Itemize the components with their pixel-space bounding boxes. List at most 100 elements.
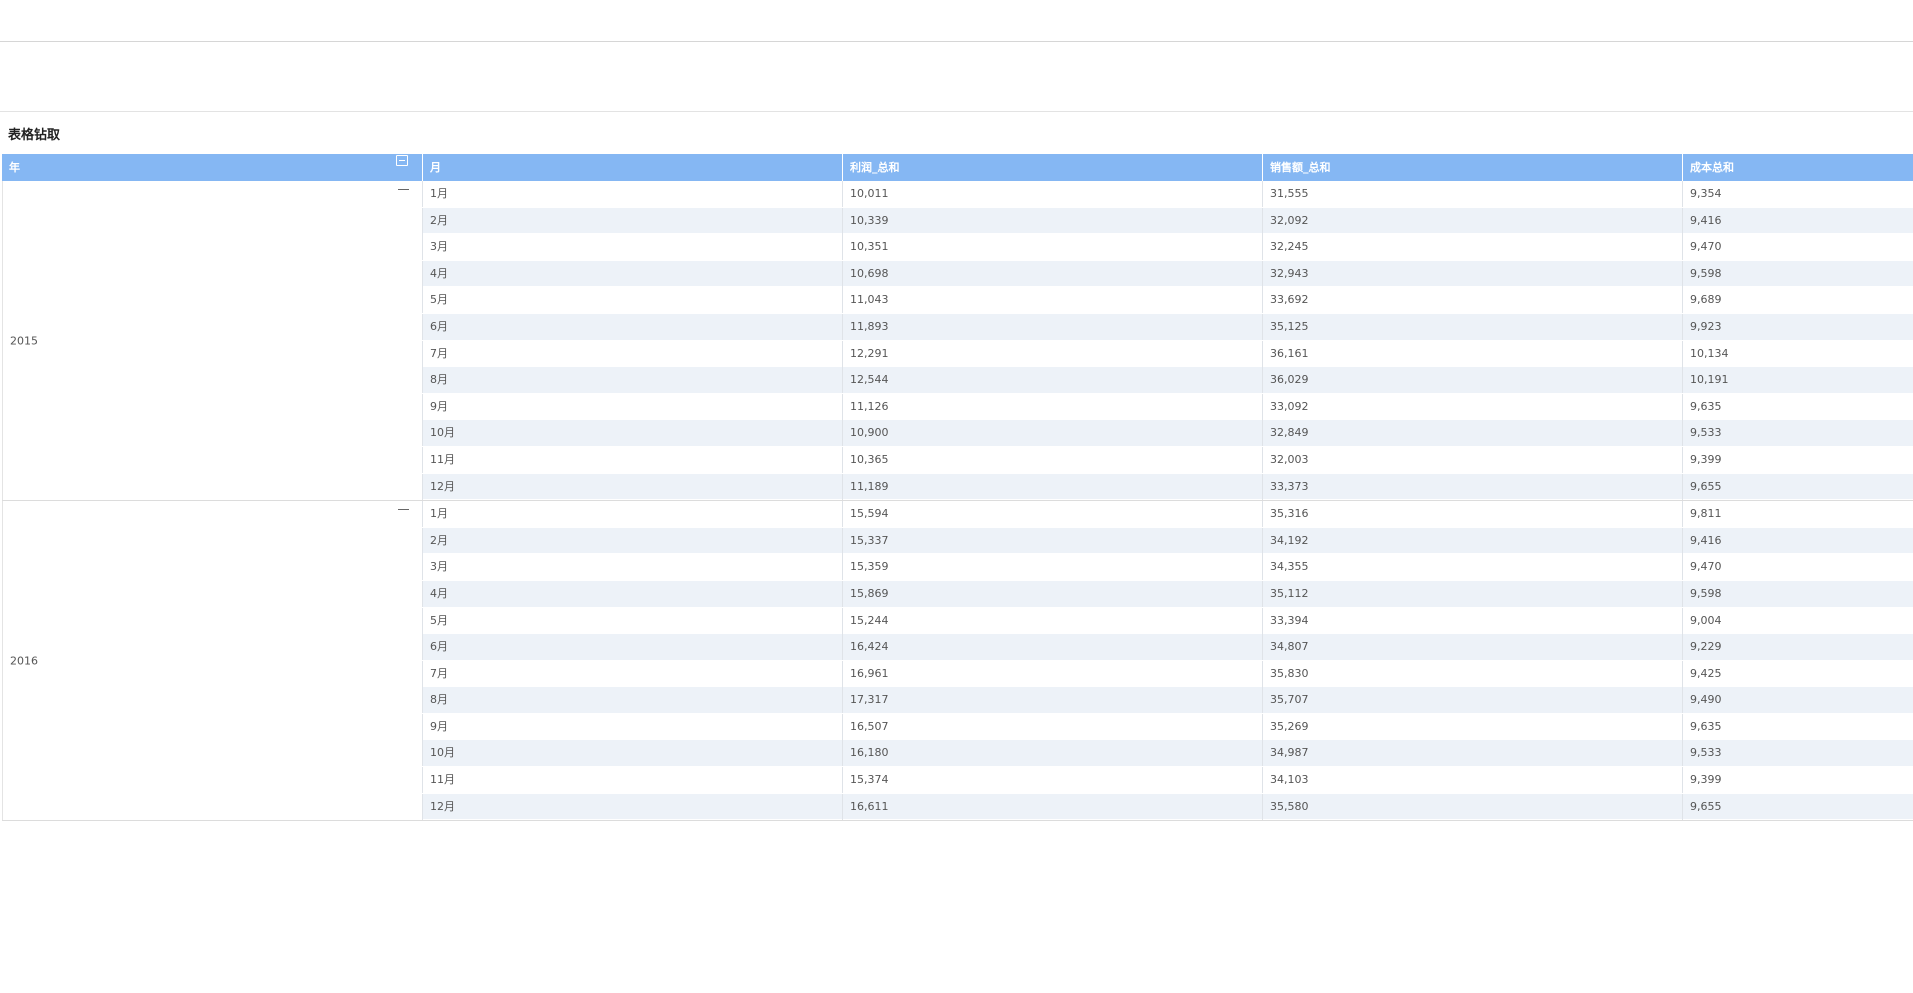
month-cell: 2月 bbox=[422, 207, 842, 234]
table-row[interactable]: 8月 12,544 36,029 10,191 bbox=[422, 367, 1913, 394]
table-row[interactable]: 12月 16,611 35,580 9,655 bbox=[422, 793, 1913, 821]
table-row[interactable]: 5月 15,244 33,394 9,004 bbox=[422, 607, 1913, 635]
table-drill-widget: 表格钻取 年 月 利润_总和 销售额_总和 成本总和 2015 1月 10,011 3… bbox=[0, 111, 1913, 832]
profit-cell: 16,611 bbox=[842, 793, 1262, 820]
month-cell: 9月 bbox=[422, 393, 842, 420]
table-row[interactable]: 12月 11,189 33,373 9,655 bbox=[422, 473, 1913, 501]
month-cell: 10月 bbox=[422, 740, 842, 767]
profit-cell: 15,359 bbox=[842, 554, 1262, 581]
column-header-label: 年 bbox=[9, 161, 20, 174]
month-cell: 1月 bbox=[422, 501, 842, 528]
year-label: 2015 bbox=[10, 334, 38, 348]
cost-cell: 9,470 bbox=[1682, 554, 1913, 581]
month-cell: 8月 bbox=[422, 687, 842, 714]
table-row[interactable]: 5月 11,043 33,692 9,689 bbox=[422, 287, 1913, 314]
table-row[interactable]: 2月 15,337 34,192 9,416 bbox=[422, 527, 1913, 555]
cost-cell: 9,635 bbox=[1682, 393, 1913, 420]
cost-cell: 9,533 bbox=[1682, 740, 1913, 767]
cost-cell: 9,425 bbox=[1682, 660, 1913, 687]
month-cell: 7月 bbox=[422, 340, 842, 367]
month-cell: 12月 bbox=[422, 473, 842, 500]
table-row[interactable]: 3月 10,351 32,245 9,470 bbox=[422, 234, 1913, 261]
table-row[interactable]: 10月 16,180 34,987 9,533 bbox=[422, 740, 1913, 768]
sales-cell: 36,161 bbox=[1262, 340, 1682, 367]
cost-cell: 9,923 bbox=[1682, 313, 1913, 340]
profit-cell: 11,893 bbox=[842, 313, 1262, 340]
collapse-icon[interactable] bbox=[398, 186, 409, 194]
collapse-all-icon[interactable] bbox=[396, 155, 408, 166]
cost-cell: 9,470 bbox=[1682, 234, 1913, 261]
table-row[interactable]: 11月 10,365 32,003 9,399 bbox=[422, 446, 1913, 474]
table-row[interactable]: 10月 10,900 32,849 9,533 bbox=[422, 420, 1913, 447]
collapse-icon[interactable] bbox=[398, 506, 409, 514]
sales-cell: 36,029 bbox=[1262, 367, 1682, 394]
cost-cell: 9,689 bbox=[1682, 287, 1913, 314]
cost-cell: 9,598 bbox=[1682, 260, 1913, 287]
table-row[interactable]: 1月 10,011 31,555 9,354 bbox=[422, 181, 1913, 208]
column-header-month[interactable]: 月 bbox=[422, 154, 842, 181]
profit-cell: 10,365 bbox=[842, 446, 1262, 473]
cost-cell: 9,655 bbox=[1682, 793, 1913, 820]
cost-cell: 9,004 bbox=[1682, 607, 1913, 634]
profit-cell: 15,594 bbox=[842, 501, 1262, 528]
column-header-sales-sum[interactable]: 销售额_总和 bbox=[1262, 154, 1682, 181]
table-row[interactable]: 11月 15,374 34,103 9,399 bbox=[422, 767, 1913, 794]
sales-cell: 32,003 bbox=[1262, 446, 1682, 473]
month-cell: 8月 bbox=[422, 367, 842, 394]
column-header-year[interactable]: 年 bbox=[2, 154, 422, 181]
top-toolbar bbox=[0, 0, 1913, 42]
table-row[interactable]: 4月 10,698 32,943 9,598 bbox=[422, 260, 1913, 288]
cost-cell: 9,533 bbox=[1682, 420, 1913, 447]
table-row[interactable]: 6月 11,893 35,125 9,923 bbox=[422, 313, 1913, 341]
sales-cell: 35,112 bbox=[1262, 580, 1682, 607]
sales-cell: 35,580 bbox=[1262, 793, 1682, 820]
table-row[interactable]: 6月 16,424 34,807 9,229 bbox=[422, 634, 1913, 661]
table-row[interactable]: 3月 15,359 34,355 9,470 bbox=[422, 554, 1913, 581]
profit-cell: 12,291 bbox=[842, 340, 1262, 367]
year-label: 2016 bbox=[10, 654, 38, 668]
month-cell: 3月 bbox=[422, 554, 842, 581]
cost-cell: 9,399 bbox=[1682, 446, 1913, 473]
month-cell: 4月 bbox=[422, 260, 842, 287]
cost-cell: 9,490 bbox=[1682, 687, 1913, 714]
month-cell: 1月 bbox=[422, 181, 842, 207]
cost-cell: 10,134 bbox=[1682, 340, 1913, 367]
sales-cell: 33,092 bbox=[1262, 393, 1682, 420]
table-row[interactable]: 1月 15,594 35,316 9,811 bbox=[422, 501, 1913, 528]
sales-cell: 33,373 bbox=[1262, 473, 1682, 500]
cost-cell: 9,354 bbox=[1682, 181, 1913, 207]
sales-cell: 35,316 bbox=[1262, 501, 1682, 528]
year-cell[interactable]: 2015 bbox=[2, 181, 422, 501]
sales-cell: 32,849 bbox=[1262, 420, 1682, 447]
profit-cell: 11,126 bbox=[842, 393, 1262, 420]
sales-cell: 32,245 bbox=[1262, 234, 1682, 261]
cost-cell: 9,811 bbox=[1682, 501, 1913, 528]
table-row[interactable]: 4月 15,869 35,112 9,598 bbox=[422, 580, 1913, 608]
table-row[interactable]: 2月 10,339 32,092 9,416 bbox=[422, 207, 1913, 235]
profit-cell: 10,339 bbox=[842, 207, 1262, 234]
year-group: 2015 1月 10,011 31,555 9,354 2月 10,339 32,092 9,4… bbox=[2, 181, 1913, 502]
table-row[interactable]: 9月 11,126 33,092 9,635 bbox=[422, 393, 1913, 421]
profit-cell: 16,507 bbox=[842, 713, 1262, 740]
sales-cell: 35,269 bbox=[1262, 713, 1682, 740]
profit-cell: 10,011 bbox=[842, 181, 1262, 207]
month-cell: 2月 bbox=[422, 527, 842, 554]
profit-cell: 11,043 bbox=[842, 287, 1262, 314]
column-header-cost-sum[interactable]: 成本总和 bbox=[1682, 154, 1913, 181]
table-row[interactable]: 7月 12,291 36,161 10,134 bbox=[422, 340, 1913, 368]
table-row[interactable]: 7月 16,961 35,830 9,425 bbox=[422, 660, 1913, 688]
profit-cell: 10,351 bbox=[842, 234, 1262, 261]
cost-cell: 10,191 bbox=[1682, 367, 1913, 394]
column-header-profit-sum[interactable]: 利润_总和 bbox=[842, 154, 1262, 181]
sales-cell: 33,394 bbox=[1262, 607, 1682, 634]
year-cell[interactable]: 2016 bbox=[2, 501, 422, 821]
table-header-row: 年 月 利润_总和 销售额_总和 成本总和 bbox=[2, 154, 1913, 181]
table-row[interactable]: 8月 17,317 35,707 9,490 bbox=[422, 687, 1913, 714]
month-cell: 9月 bbox=[422, 713, 842, 740]
year-group: 2016 1月 15,594 35,316 9,811 2月 15,337 34,192 9,4… bbox=[2, 501, 1913, 822]
month-cell: 4月 bbox=[422, 580, 842, 607]
widget-title: 表格钻取 bbox=[8, 128, 61, 143]
table-row[interactable]: 9月 16,507 35,269 9,635 bbox=[422, 713, 1913, 741]
profit-cell: 12,544 bbox=[842, 367, 1262, 394]
month-cell: 11月 bbox=[422, 767, 842, 794]
